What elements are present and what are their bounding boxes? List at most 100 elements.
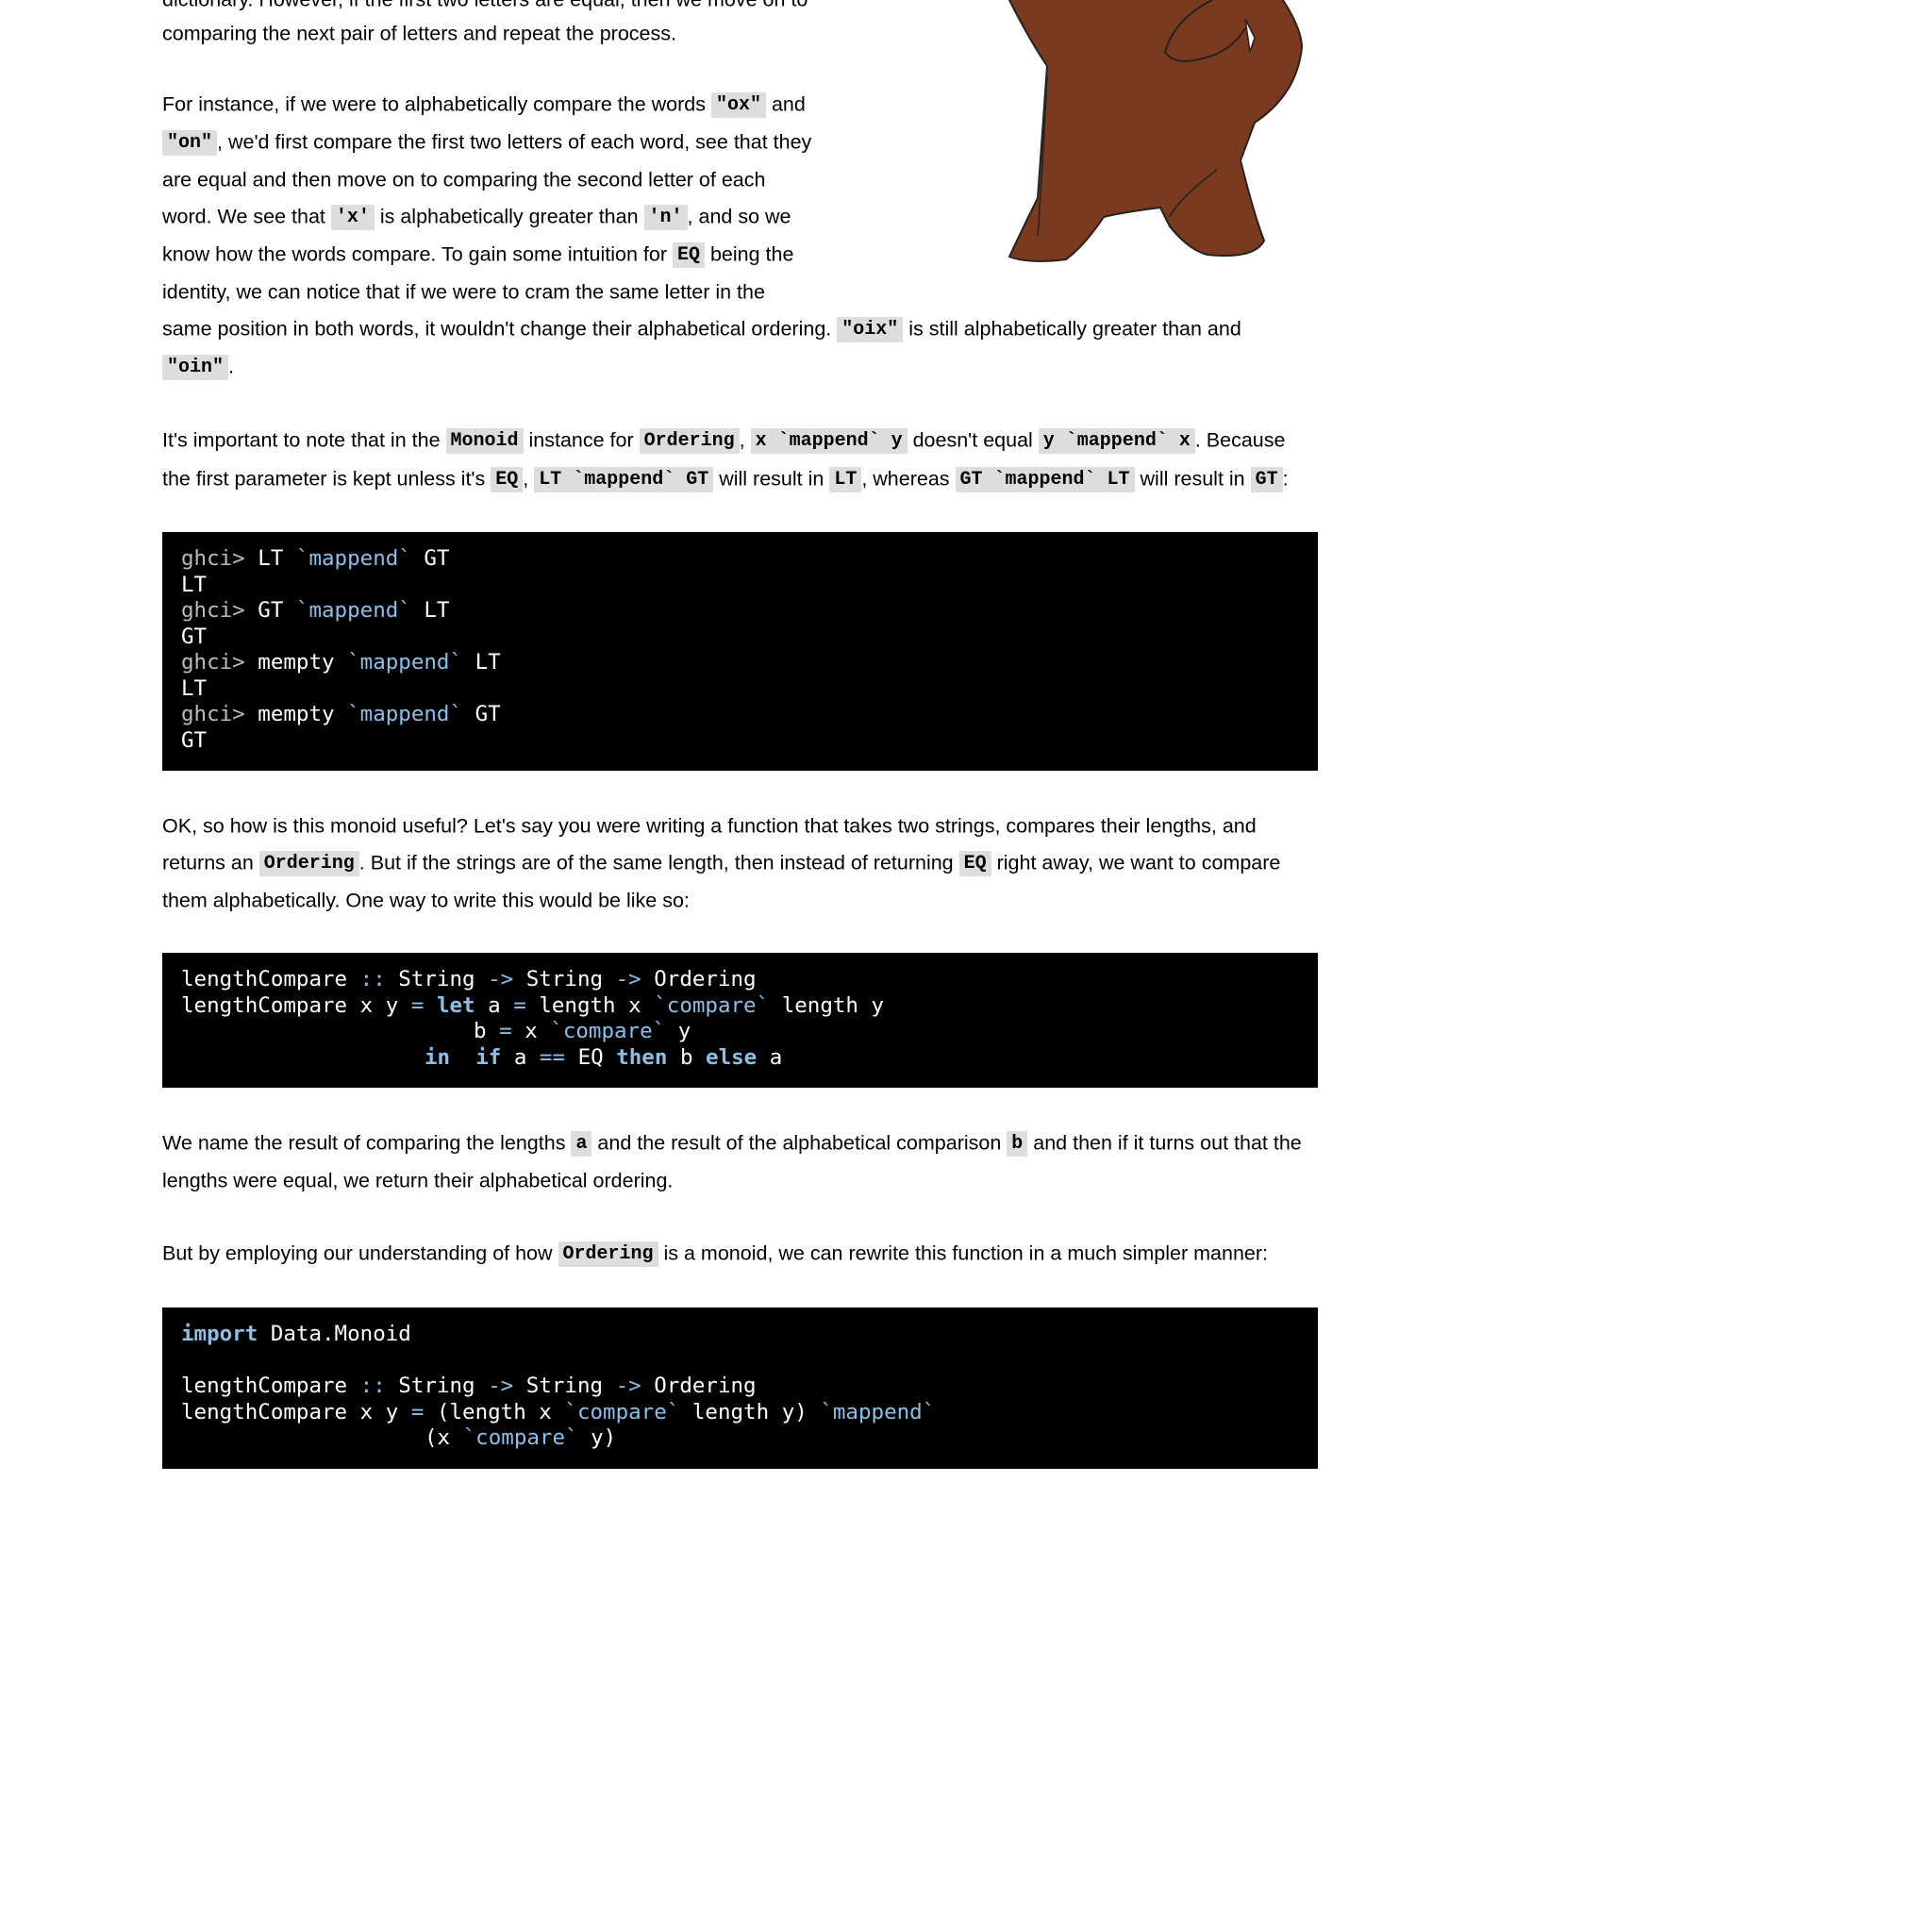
code-line: (x `compare` y) (425, 1425, 616, 1452)
text: : (1282, 467, 1289, 491)
code-token: lengthCompare (181, 967, 348, 991)
text: OK, so how is this monoid useful? Let's … (162, 814, 1257, 838)
text: them alphabetically. One way to write th… (162, 889, 690, 912)
code-token: `compare` (564, 1399, 680, 1424)
code-token: a (769, 1044, 783, 1070)
text: is a monoid, we can rewrite this functio… (658, 1241, 1269, 1265)
code-line: lengthCompare x y = (length x `compare` … (181, 1400, 935, 1426)
code-token: == (539, 1044, 566, 1070)
code-output: GT (181, 624, 208, 649)
code-token: `compare` (462, 1425, 578, 1450)
code-line: import Data.Monoid (181, 1322, 411, 1348)
code-block-ghci: ghci> LT `mappend` GT LT ghci> GT `mappe… (162, 532, 1318, 771)
code-line: ghci> mempty `mappend` LT (181, 650, 501, 676)
text: being the (704, 242, 794, 266)
inline-code: Ordering (558, 1241, 658, 1267)
text: identity, we can notice that if we were … (162, 280, 765, 304)
code-token: lengthCompare (181, 1374, 348, 1398)
code-token: LT (475, 650, 501, 675)
text: lengths were equal, we return their alph… (162, 1169, 674, 1192)
code-token: -> (488, 967, 514, 991)
code-line: b = x `compare` y (474, 1019, 691, 1045)
code-token: let (436, 992, 475, 1018)
text: and the result of the alphabetical compa… (591, 1131, 1008, 1155)
inline-code: "oix" (837, 317, 904, 342)
inline-code: "oin" (162, 355, 229, 380)
inline-code: Ordering (258, 851, 359, 876)
inline-code: a (571, 1131, 592, 1157)
text: It's important to note that in the (162, 428, 446, 452)
text: instance for (523, 428, 640, 452)
code-token: else (706, 1044, 758, 1070)
code-token: GT (258, 598, 284, 623)
code-token: Ordering (654, 967, 757, 991)
code-token: b (679, 1044, 693, 1070)
ghci-prompt: ghci> (181, 546, 245, 571)
code-token: lengthCompare x y (181, 992, 399, 1018)
code-token: `mappend` (295, 546, 411, 571)
code-line: lengthCompare :: String -> String -> Ord… (181, 1374, 757, 1400)
code-token: a (488, 992, 501, 1018)
code-token: then (616, 1044, 668, 1070)
code-token: `mappend` (820, 1399, 936, 1424)
code-token: if (475, 1044, 502, 1070)
bear-illustration (1008, 0, 1304, 262)
text: are equal and then move on to comparing … (162, 168, 766, 192)
ghci-prompt: ghci> (181, 598, 245, 623)
code-token: -> (615, 967, 641, 991)
code-token: -> (615, 1374, 641, 1398)
text: dictionary. However, if the first two le… (162, 0, 808, 10)
code-line: lengthCompare :: String -> String -> Ord… (181, 967, 757, 993)
inline-code: Ordering (639, 428, 740, 454)
code-token: GT (475, 702, 501, 726)
code-token: `compare` (550, 1019, 666, 1043)
text: same position in both words, it wouldn't… (162, 317, 838, 341)
inline-code: "on" (162, 130, 218, 156)
inline-code: LT (829, 467, 862, 492)
text: returns an (162, 851, 259, 874)
code-block-length-compare: lengthCompare :: String -> String -> Ord… (162, 953, 1318, 1088)
text: and then if it turns out that the (1027, 1131, 1302, 1155)
inline-code: y `mappend` x (1038, 428, 1195, 454)
code-token: String (398, 967, 475, 991)
code-token: `mappend` (295, 598, 411, 623)
code-line: lengthCompare x y = let a = length x `co… (181, 993, 884, 1020)
code-token: GT (424, 546, 450, 571)
code-token: mempty (258, 702, 335, 726)
code-line: ghci> GT `mappend` LT (181, 598, 449, 625)
code-token: mempty (258, 650, 335, 675)
code-token: :: (359, 967, 386, 991)
code-token: String (525, 967, 604, 991)
text: and (766, 92, 806, 116)
code-token: LT (258, 546, 284, 571)
code-line: ghci> LT `mappend` GT (181, 546, 449, 573)
code-token: (x (425, 1425, 451, 1450)
code-token: a (513, 1044, 527, 1070)
inline-code: GT (1250, 467, 1283, 492)
code-token: `mappend` (347, 650, 463, 675)
code-token: x (525, 1019, 538, 1043)
text: comparing the next pair of letters and r… (162, 22, 676, 45)
inline-code: Monoid (445, 428, 524, 454)
code-output: LT (181, 675, 208, 701)
code-output: GT (181, 727, 208, 753)
code-token: = (410, 992, 425, 1018)
ghci-prompt: ghci> (181, 650, 245, 675)
code-token: :: (359, 1374, 386, 1398)
code-token: Data.Monoid (270, 1322, 411, 1346)
code-token: String (525, 1374, 604, 1398)
text: For instance, if we were to alphabetical… (162, 92, 711, 116)
code-token: length y) (691, 1399, 808, 1424)
ghci-prompt: ghci> (181, 702, 245, 726)
inline-code: b (1007, 1131, 1028, 1157)
text: is still alphabetically greater than and (903, 317, 1241, 341)
code-token: (length x (436, 1399, 552, 1424)
text: . (228, 355, 234, 378)
code-token: y (677, 1019, 691, 1043)
code-token: in (425, 1044, 451, 1070)
code-token: Ordering (654, 1374, 757, 1398)
text: the first parameter is kept unless it's (162, 467, 491, 491)
code-token: lengthCompare x y (181, 1399, 399, 1424)
text: doesn't equal (907, 428, 1039, 452)
code-token: -> (488, 1374, 514, 1398)
